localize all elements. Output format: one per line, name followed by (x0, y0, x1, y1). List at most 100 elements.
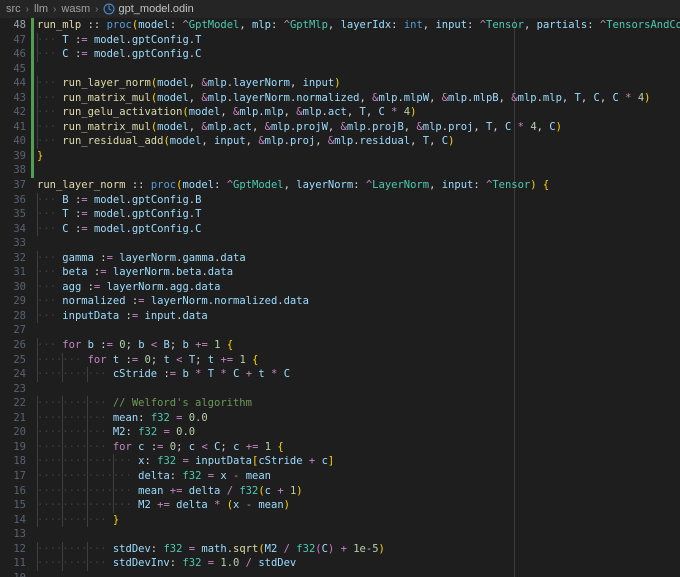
code-line[interactable]: 29 ··· normalized := layerNorm.normalized… (0, 294, 680, 309)
code-line[interactable]: 40 ··· run_residual_add(model, input, &ml… (0, 134, 680, 149)
breadcrumb-item-src[interactable]: src (5, 3, 22, 15)
line-number: 39 (13, 149, 26, 162)
line-number: 10 (0, 571, 26, 577)
breadcrumb-separator: › (53, 3, 57, 15)
code-line[interactable]: 17 ··············· delta: f32 = x - mean (0, 468, 680, 484)
line-number: 27 (13, 324, 26, 337)
code-text: ··········· mean: f32 = 0.0 (37, 411, 208, 424)
code-text: ··· agg := layerNorm.agg.data (37, 280, 221, 293)
code-editor[interactable]: 48 run_mlp :: proc(model: ^GptModel, mlp:… (0, 18, 680, 577)
code-line[interactable]: 32 ··· gamma := layerNorm.gamma.data (0, 250, 680, 266)
code-line[interactable]: 12 ··········· stdDev: f32 = math.sqrt(M2… (0, 541, 680, 557)
code-line[interactable]: 44 ··· run_layer_norm(model, &mlp.layerNo… (0, 76, 680, 91)
code-line[interactable]: 48 run_mlp :: proc(model: ^GptModel, mlp:… (0, 18, 680, 33)
line-number: 35 (13, 208, 26, 221)
code-line[interactable]: 35 ··· T := model.gptConfig.T (0, 207, 680, 222)
code-line[interactable]: 11 ··········· stdDevInv: f32 = 1.0 / std… (0, 556, 680, 571)
line-number: 26 (13, 339, 26, 352)
code-text: ··········· for c := 0; c < C; c += 1 { (37, 440, 284, 453)
code-line[interactable]: 16 ··············· mean += delta / f32(c … (0, 483, 680, 499)
code-line[interactable]: 39} (0, 148, 680, 164)
code-line[interactable]: 31 ··· beta := layerNorm.beta.data (0, 265, 680, 280)
line-number: 31 (13, 266, 26, 279)
code-text: ··· run_layer_norm(model, &mlp.layerNorm… (37, 77, 341, 90)
git-modified-marker (31, 119, 34, 135)
code-line[interactable]: 46 ··· C := model.gptConfig.C (0, 47, 680, 62)
code-line[interactable]: 45 (0, 61, 680, 77)
code-line[interactable]: 22 ··········· // Welford's algorithm (0, 396, 680, 411)
code-text: ··· run_matrix_mul(model, &mlp.layerNorm… (37, 91, 651, 104)
breadcrumb-item-wasm[interactable]: wasm (60, 3, 91, 15)
line-number: 12 (13, 542, 26, 555)
line-number: 15 (13, 499, 26, 512)
code-text: } (37, 149, 44, 162)
code-line[interactable]: 15 ··············· M2 += delta * (x - mea… (0, 498, 680, 513)
code-line[interactable]: 37 run_layer_norm :: proc(model: ^GptMode… (0, 178, 680, 193)
code-text: ··········· cStride := b * T * C + t * C (37, 368, 291, 381)
code-text: ··········· M2: f32 = 0.0 (37, 426, 196, 439)
git-modified-marker (31, 105, 34, 120)
line-number: 40 (13, 135, 26, 148)
code-text: ··· run_matrix_mul(model, &mlp.act, &mlp… (37, 120, 562, 133)
line-number: 29 (13, 295, 26, 308)
code-line[interactable]: 41 ··· run_matrix_mul(model, &mlp.act, &m… (0, 119, 680, 135)
code-line[interactable]: 19 ··········· for c := 0; c < C; c += 1 … (0, 439, 680, 455)
git-modified-marker (31, 32, 34, 48)
code-text: ··· B := model.gptConfig.B (37, 193, 202, 206)
code-lines-container: 48 run_mlp :: proc(model: ^GptModel, mlp:… (0, 18, 680, 577)
code-line[interactable]: 36 ··· B := model.gptConfig.B (0, 192, 680, 208)
line-number: 24 (13, 368, 26, 381)
code-line[interactable]: 25 ······· for t := 0; t < T; t += 1 { (0, 352, 680, 368)
code-line[interactable]: 43 ··· run_matrix_mul(model, &mlp.layerNo… (0, 90, 680, 106)
code-line[interactable]: 24 ··········· cStride := b * T * C + t *… (0, 367, 680, 382)
breadcrumb-item-file[interactable]: gpt_model.odin (103, 3, 194, 15)
code-line[interactable]: 47 ··· T := model.gptConfig.T (0, 32, 680, 48)
code-text: ··· gamma := layerNorm.gamma.data (37, 251, 246, 264)
code-line[interactable]: 13 (0, 527, 680, 542)
code-text: ··· T := model.gptConfig.T (37, 33, 202, 46)
line-number: 23 (13, 382, 26, 395)
line-number: 30 (13, 280, 26, 293)
code-text: ······· for t := 0; t < T; t += 1 { (37, 353, 259, 366)
code-line[interactable]: 14 ··········· } (0, 512, 680, 528)
vscode-editor-window: src › llm › wasm › gpt_model.odin 48 run_… (0, 0, 680, 577)
git-modified-marker (31, 61, 34, 77)
code-line[interactable]: 28 ··· inputData := input.data (0, 308, 680, 324)
code-text: ··············· M2 += delta * (x - mean) (37, 499, 290, 512)
code-line[interactable]: 27 (0, 323, 680, 338)
line-number: 32 (13, 251, 26, 264)
git-modified-marker (31, 47, 34, 62)
line-number: 13 (13, 528, 26, 541)
code-text: ··········· stdDevInv: f32 = 1.0 / stdDe… (37, 557, 297, 570)
code-text: ··········· } (37, 513, 120, 526)
code-line[interactable]: 30 ··· agg := layerNorm.agg.data (0, 279, 680, 295)
code-line[interactable]: 20 ··········· M2: f32 = 0.0 (0, 425, 680, 440)
line-number: 21 (13, 411, 26, 424)
code-line[interactable]: 38 (0, 163, 680, 179)
line-number: 19 (13, 440, 26, 453)
breadcrumb-separator: › (25, 3, 30, 15)
line-number: 48 (13, 19, 26, 31)
line-number: 28 (13, 309, 26, 322)
code-line[interactable]: 42 ··· run_gelu_activation(model, &mlp.ml… (0, 105, 680, 120)
code-text: ··· inputData := input.data (37, 309, 208, 322)
breadcrumb[interactable]: src › llm › wasm › gpt_model.odin (0, 0, 680, 18)
breadcrumb-item-llm[interactable]: llm (33, 3, 49, 15)
code-line[interactable]: 10 (0, 571, 680, 577)
code-text: ··············· delta: f32 = x - mean (37, 469, 271, 482)
code-text: ··············· x: f32 = inputData[cStri… (37, 455, 335, 468)
code-line[interactable]: 33 (0, 236, 680, 251)
line-number: 17 (13, 469, 26, 482)
code-line[interactable]: 18 ··············· x: f32 = inputData[cSt… (0, 454, 680, 469)
line-number: 46 (13, 48, 26, 61)
code-line[interactable]: 26 ··· for b := 0; b < B; b += 1 { (0, 338, 680, 353)
code-line[interactable]: 21 ··········· mean: f32 = 0.0 (0, 410, 680, 426)
line-number: 14 (13, 513, 26, 526)
code-line[interactable]: 34 ··· C := model.gptConfig.C (0, 221, 680, 237)
code-text: ··········· stdDev: f32 = math.sqrt(M2 /… (37, 542, 385, 555)
code-text: run_mlp :: proc(model: ^GptModel, mlp: ^… (37, 19, 680, 31)
line-number: 25 (13, 353, 26, 366)
git-modified-marker (31, 134, 34, 149)
line-number: 38 (13, 164, 26, 177)
code-line[interactable]: 23 (0, 382, 680, 397)
